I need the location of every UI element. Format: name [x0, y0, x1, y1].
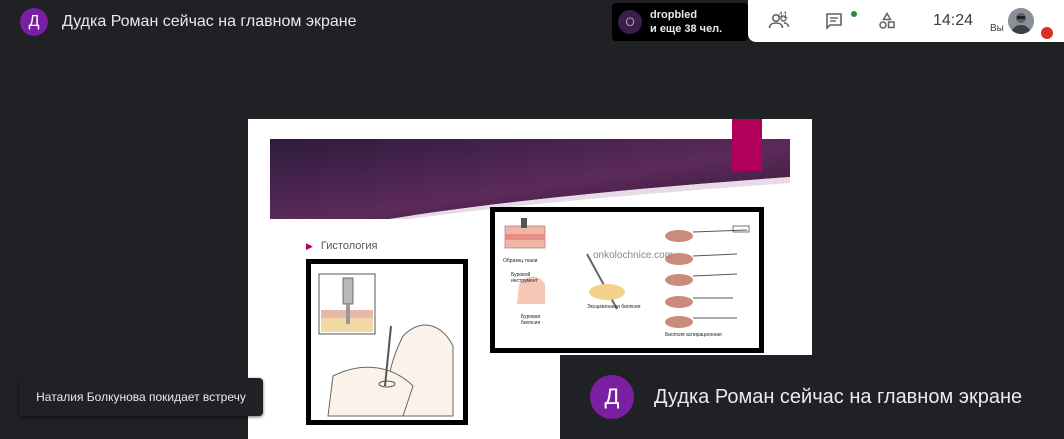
pip-title: Дудка Роман сейчас на главном экране [654, 385, 1023, 408]
clock: 14:24 [916, 0, 990, 42]
bullet-arrow-icon: ▶ [306, 240, 313, 251]
figure-watermark: onkolochnice.com [593, 250, 674, 261]
participants-more: и еще 38 чел. [650, 23, 723, 35]
people-count: 41 [778, 10, 789, 20]
label-aspiration: Биопсия аспирационная [665, 332, 722, 338]
clock-text: 14:24 [932, 12, 974, 29]
label-tissue: Образец ткани [503, 258, 538, 264]
biopsy-drawing [318, 273, 454, 417]
chat-icon [826, 13, 842, 30]
label-instrument: Буровой инструмент [511, 272, 538, 284]
self-label: Вы [990, 22, 1004, 34]
pip-avatar: Д [590, 375, 634, 419]
participant-name: dropbled [650, 9, 698, 21]
presenter-pip: Д Дудка Роман сейчас на главном экране [560, 355, 1064, 439]
presenter-title: Дудка Роман сейчас на главном экране [62, 13, 357, 30]
participant-avatar: O [618, 10, 642, 34]
slide-accent-tab [732, 119, 762, 171]
slide-bullet: ▶ Гистология [306, 240, 377, 252]
presenter-header: Д Дудка Роман сейчас на главном экране [0, 0, 357, 44]
presenter-avatar: Д [20, 8, 48, 36]
leave-notification-toast: Наталия Болкунова покидает встречу [19, 378, 263, 416]
activities-button[interactable] [858, 0, 916, 42]
chat-unread-dot [851, 11, 857, 17]
slide-bullet-text: Гистология [320, 240, 378, 252]
slide-image-right: onkolochnice.com Образец ткани Буровой и… [490, 207, 764, 353]
meeting-toolbar: 41 14:24 Вы [748, 0, 1064, 42]
activities-icon [879, 12, 895, 29]
label-drill-biopsy: Буровая биопсия [521, 314, 541, 326]
label-excision: Эксцизионная биопсия [587, 304, 641, 310]
slide-image-left [306, 259, 468, 425]
participants-chip[interactable]: O dropbled и еще 38 чел. [612, 3, 748, 41]
self-tile[interactable]: Вы [990, 0, 1054, 42]
participants-chip-text: dropbled и еще 38 чел. [650, 8, 722, 36]
mic-muted-icon [1040, 26, 1054, 40]
people-button[interactable]: 41 [748, 0, 810, 42]
self-avatar [1007, 8, 1034, 34]
chat-button[interactable] [810, 0, 858, 42]
